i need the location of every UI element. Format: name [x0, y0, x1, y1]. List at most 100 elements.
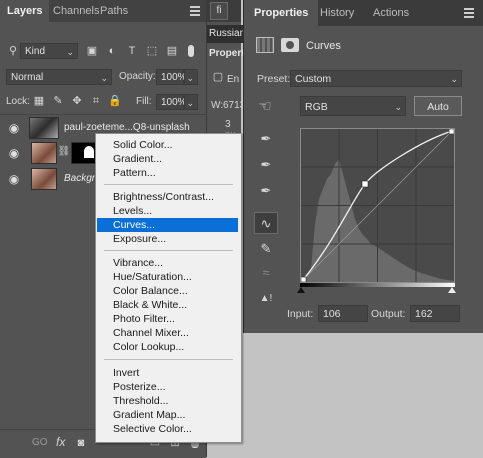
- clipping-warning-icon[interactable]: ▲!: [254, 288, 278, 310]
- preset-select[interactable]: Custom ⌄: [290, 70, 462, 87]
- properties-tabbar: Properties History Actions: [244, 0, 483, 26]
- blend-mode-select[interactable]: Normal ⌄: [6, 69, 112, 85]
- input-value-field[interactable]: 106: [318, 305, 368, 322]
- draw-curve-pencil-icon[interactable]: ✎: [254, 238, 278, 260]
- channel-value: RGB: [305, 101, 328, 113]
- lock-position-icon[interactable]: ✥: [70, 94, 84, 108]
- adjustment-layer-context-menu: Solid Color... Gradient... Pattern... Br…: [95, 133, 242, 443]
- tab-history[interactable]: History: [312, 0, 362, 26]
- opacity-label: Opacity:: [119, 71, 156, 82]
- channel-select[interactable]: RGB ⌄: [300, 96, 406, 116]
- lock-all-icon[interactable]: 🔒: [108, 94, 122, 108]
- layers-panel-menu-icon[interactable]: [190, 4, 200, 16]
- strip-header: fi: [207, 0, 241, 22]
- opacity-input[interactable]: 100%: [156, 69, 187, 85]
- eye-icon[interactable]: ◉: [7, 146, 21, 160]
- menu-separator: [104, 184, 233, 185]
- curves-adjustment-icon: [256, 37, 274, 53]
- smooth-curve-icon: ≈: [262, 265, 270, 280]
- search-icon: ⚲: [8, 45, 18, 57]
- menu-item-gradient[interactable]: Gradient...: [97, 152, 238, 166]
- curves-graph[interactable]: [300, 128, 455, 283]
- auto-button[interactable]: Auto: [414, 96, 462, 116]
- black-point-slider[interactable]: [297, 287, 305, 293]
- tab-actions[interactable]: Actions: [365, 0, 417, 26]
- output-label: Output:: [371, 308, 406, 320]
- fill-label: Fill:: [136, 96, 152, 107]
- link-layers-button[interactable]: GO: [32, 437, 48, 448]
- menu-separator: [104, 359, 233, 360]
- tab-layers[interactable]: Layers: [0, 0, 50, 22]
- filter-smart-object-icon[interactable]: ▤: [165, 44, 179, 58]
- filter-kind-value: Kind: [25, 46, 46, 57]
- menu-item-brightness-contrast[interactable]: Brightness/Contrast...: [97, 190, 238, 204]
- layers-tabbar: Layers Channels Paths: [0, 0, 206, 22]
- tab-paths[interactable]: Paths: [93, 0, 135, 22]
- properties-panel-menu-icon[interactable]: [464, 6, 474, 18]
- font-icon[interactable]: fi: [210, 2, 228, 20]
- menu-item-channel-mixer[interactable]: Channel Mixer...: [97, 326, 238, 340]
- filter-adjustment-icon[interactable]: ◐: [105, 44, 119, 58]
- filter-shape-icon[interactable]: ⬚: [145, 44, 159, 58]
- link-icon[interactable]: ⛓: [57, 145, 71, 159]
- sample-black-point-icon[interactable]: ✒: [254, 128, 278, 150]
- layer-name[interactable]: paul-zoeteme...Q8-unsplash: [64, 122, 190, 133]
- edit-points-curve-icon[interactable]: ∿: [254, 212, 278, 234]
- sample-gray-point-icon[interactable]: ✒: [254, 154, 278, 176]
- filter-pixel-icon[interactable]: ▣: [85, 44, 99, 58]
- properties-panel: Properties History Actions Curves Preset…: [243, 0, 483, 333]
- menu-item-color-balance[interactable]: Color Balance...: [97, 284, 238, 298]
- lock-image-icon[interactable]: ✎: [51, 94, 65, 108]
- collapsed-panel-strip: fi Russian Propertie ▢ En W: 6713 3 px: [207, 0, 245, 141]
- menu-item-pattern[interactable]: Pattern...: [97, 166, 238, 180]
- menu-item-exposure[interactable]: Exposure...: [97, 232, 238, 246]
- chevron-down-icon: ⌄: [100, 73, 108, 83]
- strip-properties-title: Propertie: [209, 48, 243, 59]
- targeted-adjustment-icon[interactable]: ☜: [255, 99, 275, 116]
- menu-item-vibrance[interactable]: Vibrance...: [97, 256, 238, 270]
- strip-language[interactable]: Russian: [207, 25, 243, 43]
- blend-mode-value: Normal: [11, 72, 44, 83]
- white-point-slider[interactable]: [448, 287, 456, 293]
- chevron-down-icon: ⌄: [186, 98, 194, 108]
- menu-item-levels[interactable]: Levels...: [97, 204, 238, 218]
- filter-kind-select[interactable]: Kind ⌄: [20, 43, 78, 59]
- sample-white-point-icon[interactable]: ✒: [254, 180, 278, 202]
- menu-item-gradient-map[interactable]: Gradient Map...: [97, 408, 238, 422]
- menu-item-solid-color[interactable]: Solid Color...: [97, 138, 238, 152]
- filter-type-icon[interactable]: T: [125, 44, 139, 58]
- input-label: Input:: [287, 308, 314, 320]
- mask-icon[interactable]: [281, 38, 299, 52]
- opacity-dropdown[interactable]: ⌄: [184, 69, 198, 85]
- lock-transparent-icon[interactable]: ▦: [32, 94, 46, 108]
- input-gradient-bar: [300, 283, 455, 287]
- fill-input[interactable]: 100%: [156, 94, 187, 110]
- strip-en-label: En: [227, 74, 240, 85]
- menu-item-invert[interactable]: Invert: [97, 366, 238, 380]
- menu-item-photo-filter[interactable]: Photo Filter...: [97, 312, 238, 326]
- menu-item-threshold[interactable]: Threshold...: [97, 394, 238, 408]
- preset-value: Custom: [295, 73, 332, 85]
- layer-mask-thumbnail: [71, 142, 97, 164]
- tab-properties[interactable]: Properties: [244, 0, 319, 26]
- menu-item-color-lookup[interactable]: Color Lookup...: [97, 340, 238, 354]
- strip-tool-icon[interactable]: ▢: [211, 70, 225, 84]
- layer-thumbnail: [31, 142, 57, 164]
- layer-thumbnail: [29, 117, 59, 139]
- menu-item-hue-saturation[interactable]: Hue/Saturation...: [97, 270, 238, 284]
- eye-icon[interactable]: ◉: [7, 121, 21, 135]
- eye-icon[interactable]: ◉: [7, 172, 21, 186]
- lock-artboard-icon[interactable]: ⌗: [89, 94, 103, 108]
- fx-button[interactable]: fx: [56, 435, 65, 449]
- output-value-field[interactable]: 162: [410, 305, 460, 322]
- chevron-down-icon: ⌄: [394, 102, 402, 112]
- menu-item-black-white[interactable]: Black & White...: [97, 298, 238, 312]
- curves-svg: [301, 129, 454, 282]
- filter-toggle[interactable]: [188, 45, 194, 57]
- add-mask-icon[interactable]: ◙: [74, 436, 88, 450]
- menu-item-curves[interactable]: Curves...: [97, 218, 238, 232]
- chevron-down-icon: ⌄: [450, 74, 458, 84]
- menu-item-selective-color[interactable]: Selective Color...: [97, 422, 238, 436]
- menu-item-posterize[interactable]: Posterize...: [97, 380, 238, 394]
- fill-dropdown[interactable]: ⌄: [184, 94, 198, 110]
